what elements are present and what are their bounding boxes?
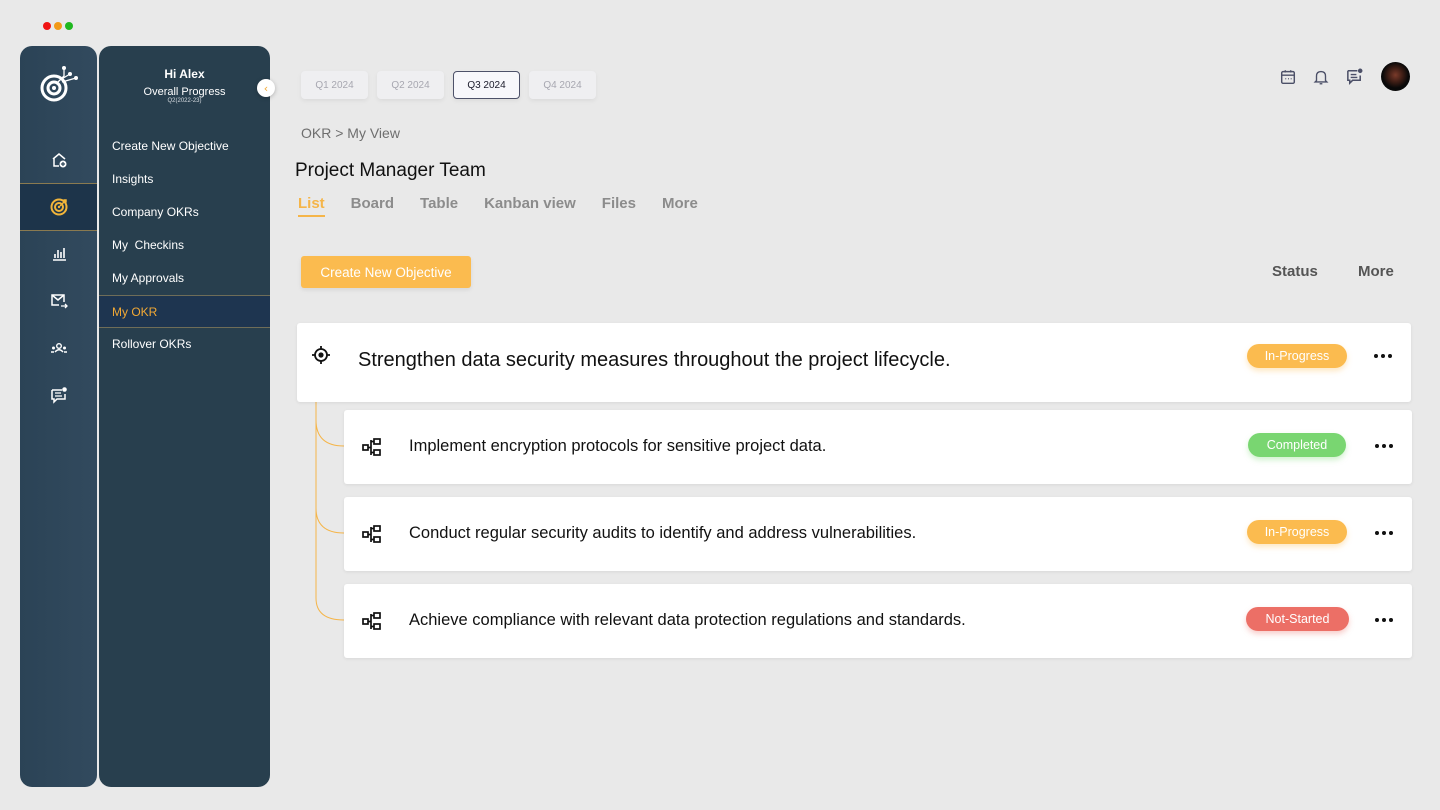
key-result-title[interactable]: Conduct regular security audits to ident… [409,524,916,543]
menu-item-my-okr[interactable]: My OKR [99,295,270,328]
tab-board[interactable]: Board [351,195,394,217]
chat-notification-icon [1346,68,1362,85]
chevron-left-icon: ‹ [263,81,269,95]
key-result-card[interactable]: Conduct regular security audits to ident… [344,497,1412,571]
menu-item-insights[interactable]: Insights [99,163,270,196]
okr-menu: Create New Objective Insights Company OK… [99,130,270,361]
calendar-icon [1280,69,1296,84]
view-tabs: List Board Table Kanban view Files More [298,195,698,217]
menu-item-my-checkins[interactable]: My Checkins [99,229,270,262]
status-badge[interactable]: In-Progress [1247,520,1347,544]
menu-item-my-approvals[interactable]: My Approvals [99,262,270,295]
hierarchy-icon [362,438,381,456]
status-badge[interactable]: In-Progress [1247,344,1347,368]
rail-chat[interactable] [20,371,97,419]
objective-title[interactable]: Strengthen data security measures throug… [358,349,951,372]
home-add-icon [52,153,66,168]
mail-forward-icon [50,294,68,309]
overall-progress-label: Overall Progress [143,86,226,98]
rail-home[interactable] [20,136,97,184]
chat-notification-icon [50,387,67,404]
app-window: Hi Alex Overall Progress Q2(2022-23) Cre… [0,0,1440,810]
target-icon [50,198,67,216]
menu-item-rollover-okrs[interactable]: Rollover OKRs [99,328,270,361]
messages-button[interactable] [1344,67,1364,87]
okr-nav-panel: Hi Alex Overall Progress Q2(2022-23) Cre… [99,46,270,787]
notifications-button[interactable] [1311,67,1331,87]
status-badge[interactable]: Completed [1248,433,1346,457]
hierarchy-icon [362,525,381,543]
progress-period: Q2(2022-23) [167,98,202,104]
rail-messages[interactable] [20,277,97,325]
rail-team[interactable] [20,324,97,372]
progress-header: Hi Alex Overall Progress Q2(2022-23) [99,67,270,104]
more-dots-icon [1374,354,1378,358]
key-result-card[interactable]: Achieve compliance with relevant data pr… [344,584,1412,658]
greeting: Hi Alex [164,67,205,81]
window-controls [43,22,73,30]
icon-rail [20,46,97,787]
minimize-window-button[interactable] [54,22,62,30]
tab-kanban[interactable]: Kanban view [484,195,576,217]
key-result-more-button[interactable] [1372,436,1396,456]
page-title: Project Manager Team [295,160,486,181]
maximize-window-button[interactable] [65,22,73,30]
more-dots-icon [1375,531,1379,535]
key-result-title[interactable]: Implement encryption protocols for sensi… [409,437,826,456]
breadcrumb[interactable]: OKR > My View [301,125,400,141]
tab-more[interactable]: More [662,195,698,217]
status-badge[interactable]: Not-Started [1246,607,1349,631]
tree-connector [315,398,345,621]
rail-okr[interactable] [20,183,97,231]
key-result-title[interactable]: Achieve compliance with relevant data pr… [409,611,966,630]
more-dots-icon [1375,444,1379,448]
key-result-more-button[interactable] [1372,523,1396,543]
create-objective-button[interactable]: Create New Objective [301,256,471,288]
collapse-panel-button[interactable]: ‹ [257,79,275,97]
key-result-more-button[interactable] [1372,610,1396,630]
app-logo-icon[interactable] [40,64,78,104]
team-icon [50,342,67,353]
more-filter[interactable]: More [1358,263,1394,280]
user-avatar[interactable] [1381,62,1410,91]
menu-item-create-objective[interactable]: Create New Objective [99,130,270,163]
quarter-selector: Q1 2024 Q2 2024 Q3 2024 Q4 2024 [301,71,596,99]
menu-item-company-okrs[interactable]: Company OKRs [99,196,270,229]
key-result-card[interactable]: Implement encryption protocols for sensi… [344,410,1412,484]
hierarchy-icon [362,612,381,630]
quarter-q4[interactable]: Q4 2024 [529,71,596,99]
crosshair-icon [312,346,330,364]
top-actions [1278,62,1410,91]
more-dots-icon [1375,618,1379,622]
tab-table[interactable]: Table [420,195,458,217]
calendar-button[interactable] [1278,67,1298,87]
quarter-q1[interactable]: Q1 2024 [301,71,368,99]
objective-more-button[interactable] [1371,346,1395,366]
rail-analytics[interactable] [20,230,97,278]
quarter-q3[interactable]: Q3 2024 [453,71,520,99]
quarter-q2[interactable]: Q2 2024 [377,71,444,99]
tab-list[interactable]: List [298,195,325,217]
bell-icon [1313,70,1329,84]
bar-chart-icon [52,248,66,261]
close-window-button[interactable] [43,22,51,30]
objective-card[interactable]: Strengthen data security measures throug… [297,323,1411,402]
tab-files[interactable]: Files [602,195,636,217]
status-filter[interactable]: Status [1272,263,1318,280]
